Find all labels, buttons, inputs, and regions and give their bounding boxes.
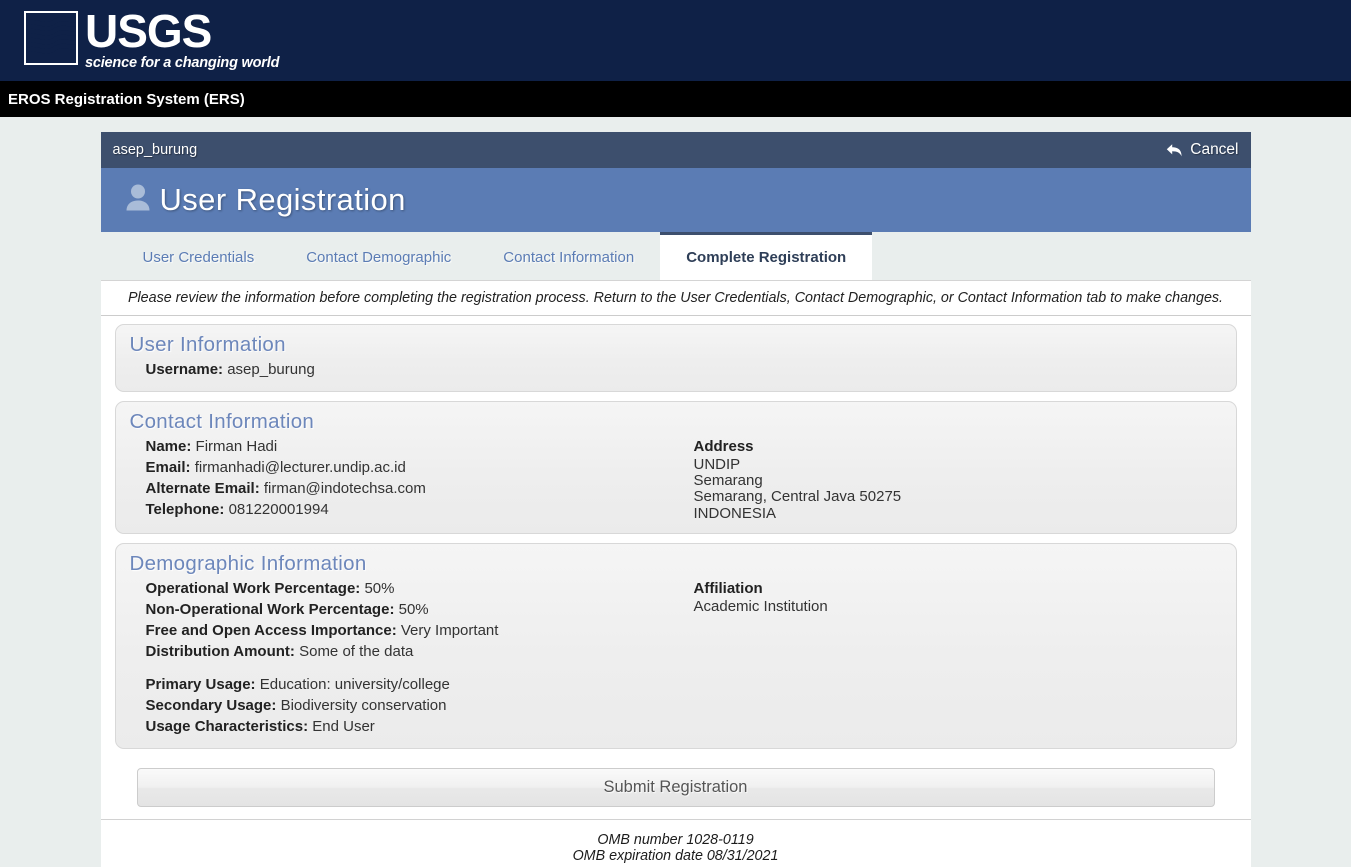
user-bar: asep_burung Cancel [100, 132, 1251, 168]
omb-expiration-date: OMB expiration date 08/31/2021 [572, 848, 779, 865]
telephone-label: Telephone: [145, 501, 225, 518]
demographic-left-column: Operational Work Percentage: 50% Non-Ope… [130, 578, 676, 737]
non-operational-label: Non-Operational Work Percentage: [145, 600, 395, 618]
distribution-label: Distribution Amount: [145, 642, 295, 660]
operational-value: 50% [364, 579, 395, 597]
alternate-email-label: Alternate Email: [145, 480, 260, 497]
field-primary-usage: Primary Usage: Education: university/col… [146, 674, 676, 695]
tab-contact-demographic[interactable]: Contact Demographic [280, 232, 477, 280]
panel-heading-demographic-information: Demographic Information [129, 551, 367, 575]
address-line: UNDIP [693, 456, 741, 473]
address-line: INDONESIA [693, 504, 777, 522]
app-title-bar: EROS Registration System (ERS) [0, 81, 1351, 117]
non-operational-value: 50% [398, 600, 429, 618]
review-content: User Information Username: asep_burung C… [100, 316, 1251, 749]
free-open-label: Free and Open Access Importance: [145, 621, 397, 639]
cancel-button[interactable]: Cancel [1166, 141, 1239, 159]
user-icon [124, 183, 152, 218]
cancel-label: Cancel [1190, 141, 1239, 158]
usage-characteristics-value: End User [312, 717, 375, 735]
panel-heading-user-information: User Information [129, 333, 286, 356]
address-line: Semarang [693, 472, 763, 490]
page-body: asep_burung Cancel User Registration Use… [0, 117, 1351, 867]
undo-arrow-icon [1166, 143, 1183, 158]
field-email: Email: firmanhadi@lecturer.undip.ac.id [146, 457, 676, 478]
field-secondary-usage: Secondary Usage: Biodiversity conservati… [146, 695, 676, 716]
submit-registration-button[interactable]: Submit Registration [136, 767, 1215, 807]
usage-characteristics-label: Usage Characteristics: [145, 717, 309, 735]
address-title: Address [693, 438, 754, 455]
tab-bar: User Credentials Contact Demographic Con… [100, 232, 1251, 280]
panel-demographic-information: Demographic Information Operational Work… [114, 542, 1237, 749]
username-label: Username: [145, 361, 224, 378]
usgs-banner: USGS science for a changing world [0, 0, 1351, 81]
panel-user-information: User Information Username: asep_burung [114, 324, 1237, 392]
primary-usage-value: Education: university/college [259, 675, 450, 693]
field-username: Username: asep_burung [146, 359, 1222, 380]
tab-contact-information[interactable]: Contact Information [477, 232, 660, 280]
content-container: asep_burung Cancel User Registration Use… [100, 132, 1251, 867]
email-value: firmanhadi@lecturer.undip.ac.id [194, 459, 406, 476]
omb-footer: OMB number 1028-0119 OMB expiration date… [100, 818, 1251, 867]
usgs-wordmark-text: USGS [85, 5, 212, 57]
usgs-tagline: science for a changing world [85, 55, 280, 71]
demographic-right-column: Affiliation Academic Institution [676, 578, 1222, 737]
usgs-wave-logo-icon [24, 11, 78, 65]
email-label: Email: [145, 459, 191, 476]
page-header: User Registration [100, 168, 1251, 232]
name-label: Name: [145, 438, 192, 455]
name-value: Firman Hadi [195, 438, 278, 455]
distribution-value: Some of the data [299, 642, 414, 660]
field-non-operational-work-percentage: Non-Operational Work Percentage: 50% [146, 599, 676, 620]
field-operational-work-percentage: Operational Work Percentage: 50% [146, 578, 676, 599]
field-telephone: Telephone: 081220001994 [146, 499, 676, 520]
panel-heading-contact-information: Contact Information [129, 410, 315, 433]
alternate-email-value: firman@indotechsa.com [263, 480, 426, 497]
address-line: Semarang, Central Java 50275 [693, 488, 902, 506]
operational-label: Operational Work Percentage: [145, 579, 361, 597]
panel-contact-information: Contact Information Name: Firman Hadi Em… [114, 401, 1237, 534]
secondary-usage-value: Biodiversity conservation [280, 696, 447, 714]
usgs-logo[interactable]: USGS science for a changing world [24, 5, 280, 71]
field-alternate-email: Alternate Email: firman@indotechsa.com [146, 478, 676, 499]
primary-usage-label: Primary Usage: [145, 675, 256, 693]
telephone-value: 081220001994 [228, 501, 329, 518]
username-value: asep_burung [227, 361, 315, 378]
affiliation-title: Affiliation [693, 579, 763, 597]
tab-complete-registration[interactable]: Complete Registration [660, 232, 873, 280]
contact-left-column: Name: Firman Hadi Email: firmanhadi@lect… [130, 436, 676, 522]
app-title: EROS Registration System (ERS) [8, 90, 245, 108]
page-title: User Registration [159, 182, 406, 217]
omb-number: OMB number 1028-0119 [597, 831, 754, 848]
instruction-text: Please review the information before com… [100, 280, 1251, 316]
field-distribution-amount: Distribution Amount: Some of the data [146, 641, 676, 662]
current-username: asep_burung [112, 142, 198, 158]
affiliation-value: Academic Institution [693, 597, 828, 615]
free-open-value: Very Important [400, 621, 499, 639]
field-usage-characteristics: Usage Characteristics: End User [146, 716, 676, 737]
submit-section: Submit Registration [100, 757, 1251, 819]
secondary-usage-label: Secondary Usage: [145, 696, 277, 714]
tab-user-credentials[interactable]: User Credentials [117, 232, 281, 280]
field-name: Name: Firman Hadi [146, 436, 676, 457]
contact-right-column: Address UNDIP Semarang Semarang, Central… [676, 436, 1222, 522]
field-free-open-access-importance: Free and Open Access Importance: Very Im… [146, 620, 676, 641]
